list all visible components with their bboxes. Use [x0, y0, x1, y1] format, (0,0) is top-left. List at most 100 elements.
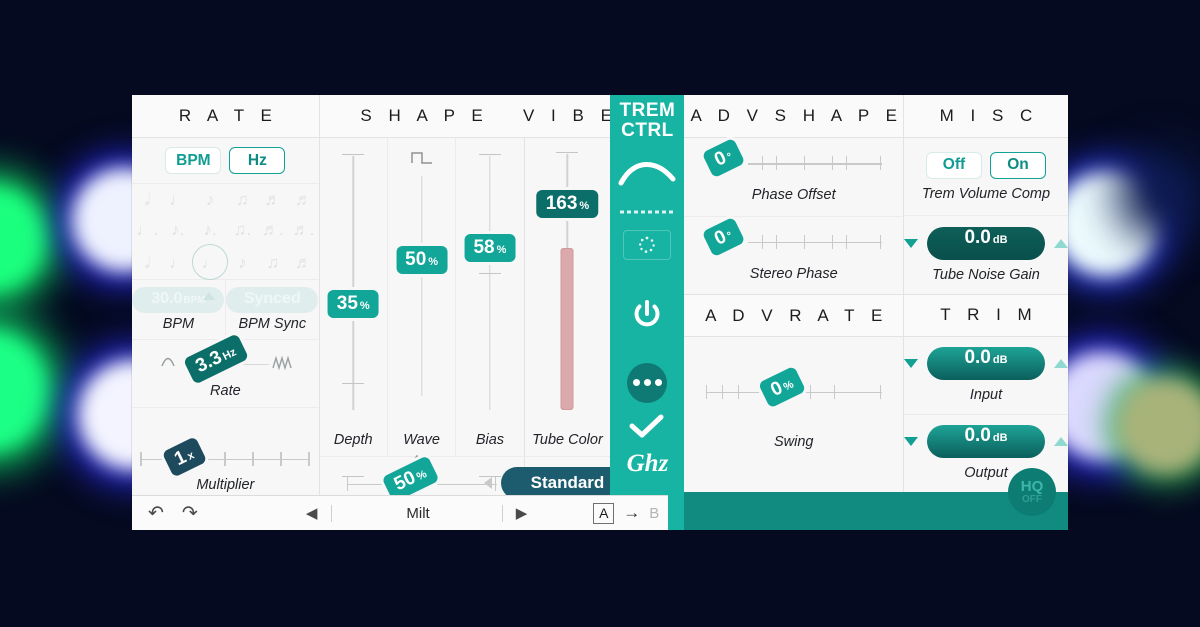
note-cell[interactable]: ♪.	[203, 221, 216, 238]
note-cell[interactable]: 𝅗𝅥	[145, 254, 150, 271]
screenshot-stage: R A T E BPM Hz 𝅗𝅥 ♩ ♪ ♫ ♬ ♬ ♩. ♪. ♪. ♫. ♬…	[0, 0, 1200, 627]
tick	[308, 451, 310, 466]
vibe-sliders: 163% Tube Color	[524, 138, 610, 456]
trem-volume-comp-toggle[interactable]: Off On	[925, 151, 1046, 179]
tick	[879, 156, 882, 171]
note-cell[interactable]: ♪	[238, 254, 247, 271]
next-preset-icon[interactable]: ▶	[516, 504, 528, 522]
bpm-unit-button[interactable]: BPM	[165, 147, 222, 174]
prev-preset-icon[interactable]: ◀	[306, 504, 318, 522]
bpm-increment-icon[interactable]	[202, 292, 215, 300]
sparkle-icon-button[interactable]	[623, 229, 672, 260]
power-icon[interactable]	[629, 296, 665, 337]
trem-ctrl-strip: TREM CTRL Ghz	[610, 95, 685, 530]
redo-icon[interactable]: ↷	[182, 502, 198, 525]
increment-icon[interactable]	[1053, 238, 1068, 248]
bpm-value-field[interactable]: 30.0 BPM	[132, 287, 225, 313]
tube-noise-gain-cell[interactable]: 0.0 dB Tube Noise Gain	[903, 215, 1068, 293]
note-cell[interactable]: ♬.	[262, 221, 284, 238]
note-cell[interactable]: ♫.	[234, 221, 251, 238]
multiplier-value-badge[interactable]: 1x	[162, 435, 208, 477]
ab-copy-arrow-icon[interactable]: →	[623, 503, 640, 523]
note-cell-selected[interactable]: ♩	[192, 244, 229, 280]
bias-mid-cap	[478, 273, 501, 275]
note-cell[interactable]: ♫	[236, 191, 249, 208]
output-trim-stepper[interactable]: 0.0 dB	[903, 425, 1068, 459]
bpm-sync-cell[interactable]: Synced BPM Sync	[224, 280, 319, 339]
stereo-phase-cell[interactable]: 0 ° Stereo Phase	[684, 215, 903, 295]
note-cell[interactable]: ♩	[169, 254, 186, 271]
checkmark-icon[interactable]	[628, 413, 666, 444]
note-cell[interactable]: ♩.	[136, 221, 158, 238]
fast-wave-svg	[272, 355, 292, 370]
rate-unit-toggle[interactable]: BPM Hz	[132, 138, 319, 184]
input-trim-cell[interactable]: 0.0 dB Input	[903, 337, 1068, 414]
trem-volume-comp-off-button[interactable]: Off	[925, 151, 982, 179]
phase-offset-track[interactable]: 0 °	[701, 137, 882, 180]
panel-rate: R A T E BPM Hz 𝅗𝅥 ♩ ♪ ♫ ♬ ♬ ♩. ♪. ♪. ♫. ♬…	[132, 95, 319, 530]
undo-icon[interactable]: ↶	[148, 502, 164, 525]
curve-icon[interactable]	[618, 157, 676, 192]
increment-icon[interactable]	[1053, 437, 1068, 447]
note-cell[interactable]: ♪	[206, 191, 215, 208]
swing-cell[interactable]: 0% Swing	[684, 337, 903, 492]
tube-noise-gain-stepper[interactable]: 0.0 dB	[903, 226, 1068, 260]
bias-value-badge[interactable]: 58%	[464, 234, 516, 262]
bpm-field-cell[interactable]: 30.0 BPM BPM	[132, 280, 225, 339]
wave-value-badge[interactable]: 50%	[396, 246, 448, 274]
ab-slot-b[interactable]: B	[649, 505, 659, 522]
menu-dots-icon[interactable]	[627, 362, 668, 403]
swing-value-badge[interactable]: 0%	[757, 365, 807, 409]
panel-vibe: V I B E 163% Tube Color Standard	[484, 95, 651, 530]
rate-slider[interactable]: 3.3 Hz	[148, 332, 303, 385]
trem-volume-comp-cell[interactable]: Off On Trem Volume Comp	[904, 138, 1068, 215]
input-trim-value[interactable]: 0.0 dB	[926, 347, 1045, 381]
note-cell[interactable]: ♬	[295, 254, 312, 271]
hq-button[interactable]: HQ OFF	[1007, 468, 1056, 516]
multiplier-track[interactable]: 1x	[140, 435, 311, 477]
ghz-logo[interactable]: Ghz	[627, 450, 669, 478]
decrement-icon[interactable]	[903, 359, 918, 369]
output-trim-value[interactable]: 0.0 dB	[926, 425, 1045, 459]
bias-slider[interactable]: 58% Bias	[455, 138, 523, 478]
bottom-teal-bar: HQ OFF	[684, 468, 1068, 530]
note-cell[interactable]: ♬	[295, 191, 312, 208]
note-cell[interactable]: ♬	[264, 191, 281, 208]
tube-color-value-badge[interactable]: 163%	[536, 190, 599, 218]
swing-badge: 0%	[757, 365, 807, 409]
note-value-grid[interactable]: 𝅗𝅥 ♩ ♪ ♫ ♬ ♬ ♩. ♪. ♪. ♫. ♬. ♬. 𝅗𝅥 ♩ ♩ ♪ ♫ …	[132, 184, 319, 280]
note-cell[interactable]: ♩	[169, 191, 186, 208]
symmetry-track[interactable]: 50%	[346, 454, 497, 503]
phase-offset-cell[interactable]: 0 ° Phase Offset	[684, 137, 903, 216]
preset-name[interactable]: Milt	[406, 505, 429, 522]
note-cell[interactable]: ♪.	[171, 221, 184, 238]
increment-icon[interactable]	[1053, 359, 1068, 369]
stereo-phase-track[interactable]: 0 °	[701, 216, 882, 259]
tick	[879, 385, 882, 399]
depth-value-badge[interactable]: 35%	[327, 290, 379, 318]
tube-color-slider[interactable]: 163% Tube Color	[524, 138, 610, 456]
bpm-sync-field[interactable]: Synced	[226, 287, 319, 313]
ab-slot-a[interactable]: A	[593, 502, 615, 524]
input-trim-stepper[interactable]: 0.0 dB	[903, 347, 1068, 381]
output-trim-number: 0.0	[964, 425, 991, 447]
hz-unit-button[interactable]: Hz	[229, 147, 286, 174]
note-cell[interactable]: 𝅗𝅥	[145, 191, 150, 208]
shape-sliders: 35% Depth 50% Wave 58 % Bias	[320, 138, 524, 478]
stereo-phase-value-badge[interactable]: 0 °	[701, 216, 746, 257]
note-cell[interactable]: ♫	[267, 254, 280, 271]
multiplier-badge: 1x	[162, 435, 208, 477]
swing-track[interactable]: 0%	[705, 365, 882, 409]
trem-volume-comp-on-button[interactable]: On	[989, 151, 1046, 179]
rate-value-badge[interactable]: 3.3 Hz	[182, 332, 249, 385]
bpm-value: 30.0	[151, 290, 183, 307]
decrement-icon[interactable]	[903, 437, 918, 447]
note-cell[interactable]: ♬.	[293, 221, 315, 238]
wave-slider[interactable]: 50% Wave	[386, 138, 455, 466]
depth-slider[interactable]: 35% Depth	[320, 138, 387, 478]
phase-offset-value-badge[interactable]: 0 °	[701, 137, 746, 179]
tube-color-badge: 163%	[536, 190, 599, 218]
tube-noise-gain-value[interactable]: 0.0 dB	[926, 226, 1045, 260]
dashed-line-icon[interactable]	[619, 206, 675, 218]
decrement-icon[interactable]	[903, 238, 918, 248]
